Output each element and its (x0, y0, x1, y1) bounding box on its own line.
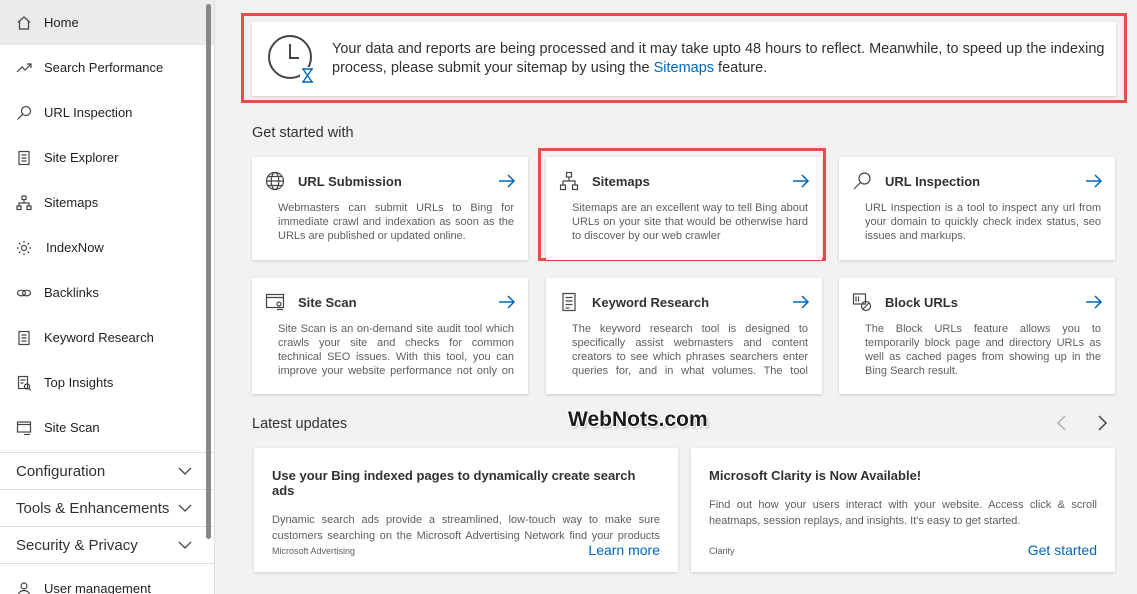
scan-icon (264, 292, 286, 312)
chevron-down-icon (178, 504, 192, 512)
sidebar-item-label: URL Inspection (44, 105, 133, 120)
latest-updates-title: Latest updates (252, 416, 348, 432)
processing-notice: Your data and reports are being processe… (252, 22, 1116, 96)
update-card-dynamic-search-ads[interactable]: Use your Bing indexed pages to dynamical… (254, 448, 678, 572)
section-label: Security & Privacy (16, 536, 138, 554)
update-description: Dynamic search ads provide a streamlined… (272, 514, 660, 542)
main-content: Your data and reports are being processe… (216, 0, 1137, 594)
update-description: Find out how your users interact with yo… (709, 499, 1097, 527)
sidebar-item-keyword-research[interactable]: Keyword Research (0, 315, 214, 360)
card-title: Site Scan (298, 294, 357, 310)
sidebar-item-site-scan[interactable]: Site Scan (0, 405, 214, 450)
learn-more-link[interactable]: Learn more (588, 542, 660, 558)
sidebar-section-security-privacy[interactable]: Security & Privacy (0, 526, 214, 563)
card-title: Block URLs (885, 294, 958, 310)
card-description: The keyword research tool is designed to… (572, 323, 808, 377)
sidebar-item-search-performance[interactable]: Search Performance (0, 45, 214, 90)
sidebar-item-indexnow[interactable]: IndexNow (0, 225, 214, 270)
sidebar-item-label: Site Explorer (44, 150, 119, 165)
sidebar-item-top-insights[interactable]: Top Insights (0, 360, 214, 405)
sidebar-item-label: Keyword Research (44, 330, 154, 345)
sitemaps-link[interactable]: Sitemaps (654, 60, 714, 76)
arrow-right-icon[interactable] (792, 173, 810, 189)
card-description: URL Inspection is a tool to inspect any … (865, 202, 1101, 242)
card-block-urls[interactable]: Block URLs The Block URLs feature allows… (839, 278, 1115, 394)
user-icon (15, 580, 33, 594)
card-url-inspection[interactable]: URL Inspection URL Inspection is a tool … (839, 157, 1115, 260)
card-title: URL Submission (298, 173, 402, 189)
card-sitemaps[interactable]: Sitemaps Sitemaps are an excellent way t… (546, 157, 822, 260)
card-description: Webmasters can submit URLs to Bing for i… (278, 202, 514, 242)
document-icon (558, 292, 580, 312)
sidebar-section-tools-enhancements[interactable]: Tools & Enhancements (0, 489, 214, 526)
arrow-right-icon[interactable] (498, 294, 516, 310)
sidebar-item-label: Home (44, 15, 79, 30)
sidebar-item-label: IndexNow (46, 240, 104, 255)
arrow-right-icon[interactable] (1085, 294, 1103, 310)
gear-icon (15, 239, 33, 257)
notice-text-end: feature. (714, 60, 768, 76)
update-title: Use your Bing indexed pages to dynamical… (272, 468, 636, 498)
card-description: Sitemaps are an excellent way to tell Bi… (572, 202, 808, 242)
card-title: Sitemaps (592, 173, 650, 189)
sidebar-item-label: Backlinks (44, 285, 99, 300)
card-description: The Block URLs feature allows you to tem… (865, 323, 1101, 377)
sitemap-icon (15, 194, 33, 212)
update-card-microsoft-clarity[interactable]: Microsoft Clarity is Now Available! Find… (691, 448, 1115, 572)
section-label: Tools & Enhancements (16, 499, 170, 517)
arrow-right-icon[interactable] (792, 294, 810, 310)
sidebar: Home Search Performance URL Inspection S… (0, 0, 215, 594)
sidebar-item-home[interactable]: Home (0, 0, 214, 45)
previous-button[interactable] (1052, 412, 1072, 434)
update-source: Microsoft Advertising (272, 546, 356, 556)
chevron-right-icon (1098, 415, 1108, 431)
next-button[interactable] (1092, 412, 1112, 434)
document-icon (15, 149, 33, 167)
magnifier-icon (851, 171, 873, 191)
arrow-right-icon[interactable] (1085, 173, 1103, 189)
sitemap-icon (558, 171, 580, 191)
sidebar-item-label: Sitemaps (44, 195, 99, 210)
sidebar-item-backlinks[interactable]: Backlinks (0, 270, 214, 315)
home-icon (15, 14, 33, 32)
card-title: URL Inspection (885, 173, 981, 189)
sidebar-item-sitemaps[interactable]: Sitemaps (0, 180, 214, 225)
card-description: Site Scan is an on-demand site audit too… (278, 323, 514, 377)
sidebar-item-label: User management (44, 581, 151, 594)
card-keyword-research[interactable]: Keyword Research The keyword research to… (546, 278, 822, 394)
section-label: Configuration (16, 462, 106, 480)
card-title: Keyword Research (592, 294, 710, 310)
chevron-left-icon (1056, 415, 1066, 431)
sidebar-scrollbar[interactable] (206, 4, 211, 539)
get-started-link[interactable]: Get started (1028, 542, 1097, 558)
get-started-title: Get started with (252, 125, 354, 141)
insights-icon (15, 374, 33, 392)
sidebar-item-label: Top Insights (44, 375, 114, 390)
update-source: Clarity (709, 546, 735, 556)
watermark-logo: WebNots.com (568, 408, 708, 431)
trend-icon (15, 59, 33, 77)
card-site-scan[interactable]: Site Scan Site Scan is an on-demand site… (252, 278, 528, 394)
globe-icon (264, 171, 286, 191)
scan-icon (15, 419, 33, 437)
sidebar-item-url-inspection[interactable]: URL Inspection (0, 90, 214, 135)
clock-icon (268, 35, 315, 83)
notice-message: Your data and reports are being processe… (332, 40, 1112, 79)
sidebar-item-user-management[interactable]: User management (0, 563, 214, 594)
magnifier-icon (15, 104, 33, 122)
sidebar-item-site-explorer[interactable]: Site Explorer (0, 135, 214, 180)
sidebar-item-label: Site Scan (44, 420, 100, 435)
chevron-down-icon (178, 467, 192, 475)
document-icon (15, 329, 33, 347)
card-url-submission[interactable]: URL Submission Webmasters can submit URL… (252, 157, 528, 260)
link-icon (15, 284, 33, 302)
block-icon (851, 292, 873, 312)
sidebar-section-configuration[interactable]: Configuration (0, 452, 214, 489)
sidebar-item-label: Search Performance (44, 60, 164, 75)
arrow-right-icon[interactable] (498, 173, 516, 189)
update-title: Microsoft Clarity is Now Available! (709, 468, 922, 483)
chevron-down-icon (178, 541, 192, 549)
